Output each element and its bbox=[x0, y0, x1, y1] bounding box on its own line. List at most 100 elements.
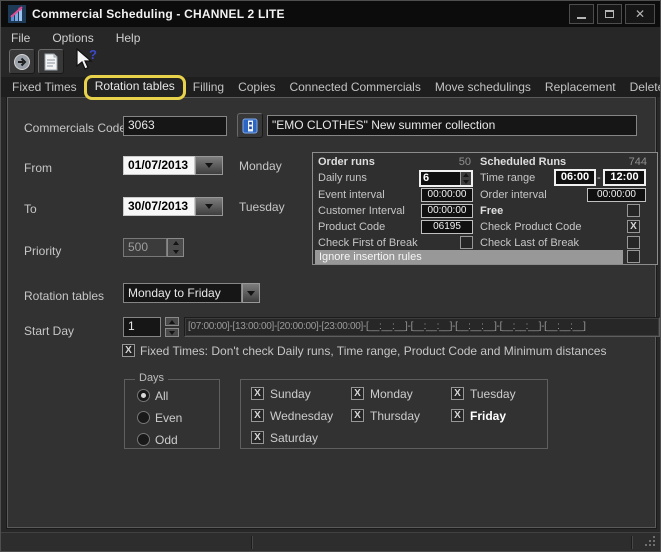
days-odd-label: Odd bbox=[155, 433, 178, 447]
rotation-tables-page: Commercials Code 3063 "EMO CLOTHES" New … bbox=[7, 97, 656, 528]
friday-checkbox[interactable]: X bbox=[451, 409, 464, 422]
thursday-checkbox[interactable]: X bbox=[351, 409, 364, 422]
status-bar-divider bbox=[251, 536, 253, 549]
product-code-input[interactable]: 06195 bbox=[421, 220, 473, 234]
from-date-input[interactable]: 01/07/2013 bbox=[123, 156, 195, 175]
tab-delete[interactable]: Delete bbox=[623, 77, 661, 97]
priority-label: Priority bbox=[24, 244, 61, 258]
days-even-label: Even bbox=[155, 411, 182, 425]
svg-text:?: ? bbox=[89, 48, 97, 62]
order-interval-input[interactable]: 00:00:00 bbox=[587, 188, 646, 202]
status-bar bbox=[1, 532, 660, 551]
commercials-code-label: Commercials Code bbox=[24, 121, 126, 135]
time-range-to-input[interactable]: 12:00 bbox=[603, 169, 646, 186]
check-last-of-break-checkbox[interactable] bbox=[627, 236, 640, 249]
menu-help[interactable]: Help bbox=[116, 31, 141, 45]
saturday-checkbox[interactable]: X bbox=[251, 431, 264, 444]
from-label: From bbox=[24, 161, 52, 175]
menu-file[interactable]: File bbox=[11, 31, 30, 45]
check-product-code-label: Check Product Code bbox=[480, 221, 582, 233]
weekday-checkbox-group: X Sunday X Monday X Tuesday X Wednesday … bbox=[240, 379, 548, 449]
daily-runs-label: Daily runs bbox=[318, 172, 367, 184]
document-icon bbox=[43, 53, 59, 71]
order-runs-label: Order runs bbox=[318, 156, 375, 168]
time-range-from-input[interactable]: 06:00 bbox=[554, 169, 596, 186]
ignore-insertion-rules-checkbox[interactable] bbox=[627, 250, 640, 263]
tab-rotation-tables[interactable]: Rotation tables bbox=[84, 75, 186, 100]
maximize-button[interactable] bbox=[597, 4, 622, 24]
days-even-radio[interactable] bbox=[137, 411, 150, 424]
start-day-up-button[interactable] bbox=[165, 317, 179, 326]
days-odd-radio[interactable] bbox=[137, 433, 150, 446]
fixed-times-checkbox[interactable]: X bbox=[122, 344, 135, 357]
chevron-down-icon bbox=[205, 163, 213, 168]
event-interval-input[interactable]: 00:00:00 bbox=[421, 188, 473, 202]
lookup-button[interactable] bbox=[237, 113, 263, 138]
ignore-insertion-rules-row[interactable]: Ignore insertion rules bbox=[315, 250, 623, 264]
app-icon bbox=[8, 5, 26, 23]
priority-spinner[interactable] bbox=[167, 238, 184, 257]
fixed-times-list-field[interactable]: [07:00:00]-[13:00:00]-[20:00:00]-[23:00:… bbox=[184, 317, 660, 337]
minimize-button[interactable] bbox=[569, 4, 594, 24]
rotation-tables-dropdown[interactable]: Monday to Friday bbox=[123, 283, 260, 303]
rotation-tables-label: Rotation tables bbox=[24, 289, 104, 303]
start-day-label: Start Day bbox=[24, 324, 74, 338]
sunday-checkbox[interactable]: X bbox=[251, 387, 264, 400]
to-date-input[interactable]: 30/07/2013 bbox=[123, 197, 195, 216]
tab-copies[interactable]: Copies bbox=[231, 77, 282, 97]
go-icon bbox=[13, 53, 31, 71]
tab-connected-commercials[interactable]: Connected Commercials bbox=[282, 77, 427, 97]
film-icon bbox=[242, 118, 258, 134]
document-button[interactable] bbox=[38, 49, 64, 74]
from-date-dropdown-button[interactable] bbox=[195, 156, 223, 175]
spin-up-icon bbox=[169, 320, 175, 324]
monday-checkbox[interactable]: X bbox=[351, 387, 364, 400]
order-interval-label: Order interval bbox=[480, 189, 547, 201]
wednesday-checkbox[interactable]: X bbox=[251, 409, 264, 422]
commercial-description-field[interactable]: "EMO CLOTHES" New summer collection bbox=[267, 115, 637, 136]
chevron-down-icon bbox=[247, 291, 255, 296]
toolbar: ? bbox=[1, 48, 660, 77]
resize-grip[interactable] bbox=[653, 544, 655, 546]
check-last-of-break-label: Check Last of Break bbox=[480, 237, 579, 249]
friday-label: Friday bbox=[470, 409, 506, 423]
days-all-radio[interactable] bbox=[137, 389, 150, 402]
close-button[interactable]: ✕ bbox=[625, 4, 655, 24]
priority-input[interactable]: 500 bbox=[123, 238, 167, 257]
app-window: Commercial Scheduling - CHANNEL 2 LITE ✕… bbox=[0, 0, 661, 552]
menu-options[interactable]: Options bbox=[52, 31, 93, 45]
start-day-input[interactable]: 1 bbox=[123, 317, 161, 337]
daily-runs-spinner[interactable]: 6 bbox=[419, 170, 473, 187]
wednesday-label: Wednesday bbox=[270, 409, 333, 423]
tab-move-schedulings[interactable]: Move schedulings bbox=[428, 77, 538, 97]
fixed-times-note: Fixed Times: Don't check Daily runs, Tim… bbox=[140, 344, 606, 358]
chevron-down-icon bbox=[205, 204, 213, 209]
order-runs-value: 50 bbox=[413, 156, 471, 168]
to-date-dropdown-button[interactable] bbox=[195, 197, 223, 216]
monday-label: Monday bbox=[370, 387, 413, 401]
scheduled-runs-label: Scheduled Runs bbox=[480, 156, 566, 168]
tab-fixed-times[interactable]: Fixed Times bbox=[5, 77, 84, 97]
customer-interval-input[interactable]: 00:00:00 bbox=[421, 204, 473, 218]
check-first-of-break-checkbox[interactable] bbox=[460, 236, 473, 249]
free-checkbox[interactable] bbox=[627, 204, 640, 217]
tab-replacement[interactable]: Replacement bbox=[538, 77, 623, 97]
commercials-code-input[interactable]: 3063 bbox=[123, 116, 227, 136]
saturday-label: Saturday bbox=[270, 431, 318, 445]
rotation-tables-dropdown-button[interactable] bbox=[242, 283, 260, 303]
to-label: To bbox=[24, 202, 37, 216]
go-button[interactable] bbox=[9, 49, 35, 74]
time-range-label: Time range bbox=[480, 172, 535, 184]
daily-runs-updown[interactable] bbox=[460, 172, 471, 185]
daily-runs-value: 6 bbox=[421, 172, 460, 185]
free-label: Free bbox=[480, 205, 503, 217]
scheduled-runs-value: 744 bbox=[585, 156, 647, 168]
tuesday-checkbox[interactable]: X bbox=[451, 387, 464, 400]
title-bar: Commercial Scheduling - CHANNEL 2 LITE ✕ bbox=[1, 1, 660, 27]
start-day-down-button[interactable] bbox=[165, 328, 179, 337]
sunday-label: Sunday bbox=[270, 387, 311, 401]
tab-filling[interactable]: Filling bbox=[186, 77, 231, 97]
spin-down-icon bbox=[463, 180, 469, 184]
check-product-code-checkbox[interactable]: X bbox=[627, 220, 640, 233]
help-cursor-icon: ? bbox=[74, 48, 98, 74]
